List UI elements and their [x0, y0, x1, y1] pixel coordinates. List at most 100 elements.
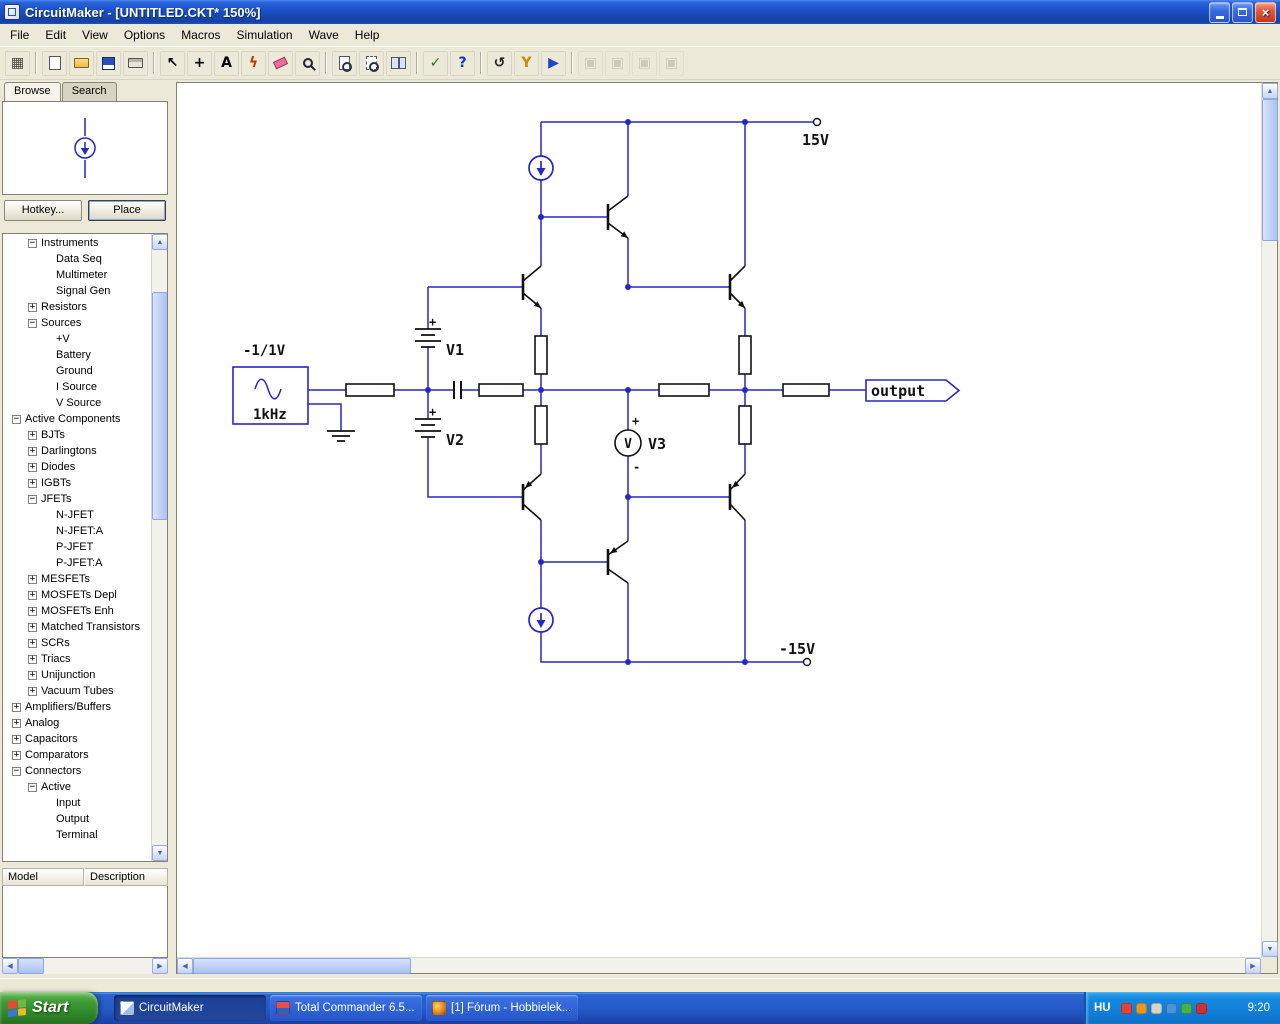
- language-indicator[interactable]: HU: [1094, 1002, 1111, 1014]
- tree-item-p-jfet-a[interactable]: P-JFET:A: [4, 555, 150, 571]
- tree-item-sources[interactable]: − Sources: [4, 315, 150, 331]
- resistor-output[interactable]: [782, 383, 830, 397]
- tree-item-data-seq[interactable]: Data Seq: [4, 251, 150, 267]
- canvas-horizontal-scrollbar-thumb[interactable]: [193, 958, 411, 974]
- tree-item-p-jfet[interactable]: P-JFET: [4, 539, 150, 555]
- cascade-tool-button[interactable]: ▣: [632, 50, 657, 76]
- taskbar-task-2[interactable]: Total Commander 6.5...: [270, 995, 422, 1021]
- zoom-tool-button[interactable]: [295, 50, 320, 76]
- model-list[interactable]: [2, 886, 168, 958]
- tree-item-vacuum-tubes[interactable]: + Vacuum Tubes: [4, 683, 150, 699]
- resistor-lower-left[interactable]: [534, 405, 548, 445]
- transistor-driver-bottom[interactable]: [606, 540, 629, 584]
- arrange-icons-tool-button[interactable]: ▣: [659, 50, 684, 76]
- capacitor-c1[interactable]: [453, 381, 462, 399]
- tile-vertical-tool-button[interactable]: ▣: [605, 50, 630, 76]
- resistor-input[interactable]: [345, 383, 395, 397]
- resistor-series-2[interactable]: [658, 383, 710, 397]
- model-scrollbar[interactable]: ◀ ▶: [2, 958, 168, 974]
- canvas-scroll-down-button[interactable]: ▼: [1262, 941, 1278, 957]
- expand-box[interactable]: +: [12, 702, 21, 712]
- canvas-scroll-right-button[interactable]: ▶: [1245, 958, 1261, 974]
- menu-file[interactable]: File: [2, 25, 37, 45]
- canvas-scroll-left-button[interactable]: ◀: [177, 958, 193, 974]
- tree-item-connectors[interactable]: − Connectors: [4, 763, 150, 779]
- tree-item-+v[interactable]: +V: [4, 331, 150, 347]
- start-button[interactable]: Start: [0, 992, 98, 1024]
- model-column-header[interactable]: Model: [2, 868, 84, 886]
- tree-item-signal-gen[interactable]: Signal Gen: [4, 283, 150, 299]
- close-button[interactable]: ×: [1255, 1, 1276, 23]
- antivirus-icon[interactable]: [1120, 1002, 1132, 1014]
- help-tool-button[interactable]: ?: [450, 50, 475, 76]
- tree-item-analog[interactable]: + Analog: [4, 715, 150, 731]
- tile-horizontal-tool-button[interactable]: ▣: [578, 50, 603, 76]
- expand-box[interactable]: +: [28, 478, 37, 488]
- tree-item-jfets[interactable]: − JFETs: [4, 491, 150, 507]
- tree-item-battery[interactable]: Battery: [4, 347, 150, 363]
- schematic-canvas[interactable]: 1kHz -1/1V + V1 + V2 V + - V3 15V -15V o…: [177, 83, 1261, 957]
- tree-scrollbar[interactable]: ▲ ▼: [151, 234, 167, 861]
- power-terminal-top[interactable]: 15V: [802, 117, 829, 150]
- panel-toggle-button[interactable]: ▦: [5, 50, 30, 76]
- tab-search[interactable]: Search: [61, 82, 117, 101]
- expand-box[interactable]: +: [28, 686, 37, 696]
- tree-item-instruments[interactable]: − Instruments: [4, 235, 150, 251]
- tree-item-darlingtons[interactable]: + Darlingtons: [4, 443, 150, 459]
- probe-tool-button[interactable]: Y: [514, 50, 539, 76]
- messenger-icon[interactable]: [1180, 1002, 1192, 1014]
- canvas-vertical-scrollbar[interactable]: ▲ ▼: [1261, 83, 1278, 957]
- check-tool-button[interactable]: ✓: [423, 50, 448, 76]
- collapse-box[interactable]: −: [28, 238, 37, 248]
- update-icon[interactable]: [1135, 1002, 1147, 1014]
- resistor-lower-right[interactable]: [738, 405, 752, 445]
- print-file-button[interactable]: [123, 50, 148, 76]
- tree-item-n-jfet-a[interactable]: N-JFET:A: [4, 523, 150, 539]
- output-connector[interactable]: output: [865, 379, 961, 402]
- tree-item-terminal[interactable]: Terminal: [4, 827, 150, 843]
- tree-item-unijunction[interactable]: + Unijunction: [4, 667, 150, 683]
- clock[interactable]: 9:20: [1248, 1002, 1270, 1014]
- canvas-vertical-scrollbar-thumb[interactable]: [1262, 99, 1278, 241]
- new-file-button[interactable]: [42, 50, 67, 76]
- delete-tool-button[interactable]: ϟ: [241, 50, 266, 76]
- menu-simulation[interactable]: Simulation: [229, 25, 301, 45]
- ground-symbol[interactable]: [327, 430, 355, 442]
- tree-item-scrs[interactable]: + SCRs: [4, 635, 150, 651]
- menu-view[interactable]: View: [74, 25, 116, 45]
- expand-box[interactable]: +: [28, 590, 37, 600]
- expand-box[interactable]: +: [28, 302, 37, 312]
- model-scrollbar-thumb[interactable]: [18, 958, 44, 974]
- taskbar-task-1[interactable]: CircuitMaker: [114, 995, 266, 1021]
- tree-item-igbts[interactable]: + IGBTs: [4, 475, 150, 491]
- tree-item-resistors[interactable]: + Resistors: [4, 299, 150, 315]
- tree-item-amplifiers-buffers[interactable]: + Amplifiers/Buffers: [4, 699, 150, 715]
- resistor-upper-right[interactable]: [738, 335, 752, 375]
- open-file-button[interactable]: [69, 50, 94, 76]
- tree-scrollbar-thumb[interactable]: [152, 292, 167, 520]
- tree-item-comparators[interactable]: + Comparators: [4, 747, 150, 763]
- tree-item-v-source[interactable]: V Source: [4, 395, 150, 411]
- zoom-page-tool-button[interactable]: [332, 50, 357, 76]
- collapse-box[interactable]: −: [12, 766, 21, 776]
- transistor-upper-right[interactable]: [728, 265, 746, 309]
- tree-item-output[interactable]: Output: [4, 811, 150, 827]
- model-scroll-right-button[interactable]: ▶: [152, 958, 168, 974]
- transistor-upper-left[interactable]: [521, 265, 542, 309]
- expand-box[interactable]: +: [28, 638, 37, 648]
- signal-source[interactable]: 1kHz -1/1V: [232, 343, 309, 425]
- zoom-area-tool-button[interactable]: [359, 50, 384, 76]
- menu-help[interactable]: Help: [347, 25, 388, 45]
- menu-macros[interactable]: Macros: [173, 25, 228, 45]
- expand-box[interactable]: +: [28, 670, 37, 680]
- alert-icon[interactable]: [1195, 1002, 1207, 1014]
- erase-tool-button[interactable]: [268, 50, 293, 76]
- restore-button[interactable]: [1232, 1, 1253, 23]
- tab-browse[interactable]: Browse: [4, 82, 61, 101]
- expand-box[interactable]: +: [28, 462, 37, 472]
- tree-item-mosfets-depl[interactable]: + MOSFETs Depl: [4, 587, 150, 603]
- resistor-upper-left[interactable]: [534, 335, 548, 375]
- canvas-horizontal-scrollbar[interactable]: ◀ ▶: [177, 957, 1261, 974]
- network-icon[interactable]: [1165, 1002, 1177, 1014]
- reset-tool-button[interactable]: ↺: [487, 50, 512, 76]
